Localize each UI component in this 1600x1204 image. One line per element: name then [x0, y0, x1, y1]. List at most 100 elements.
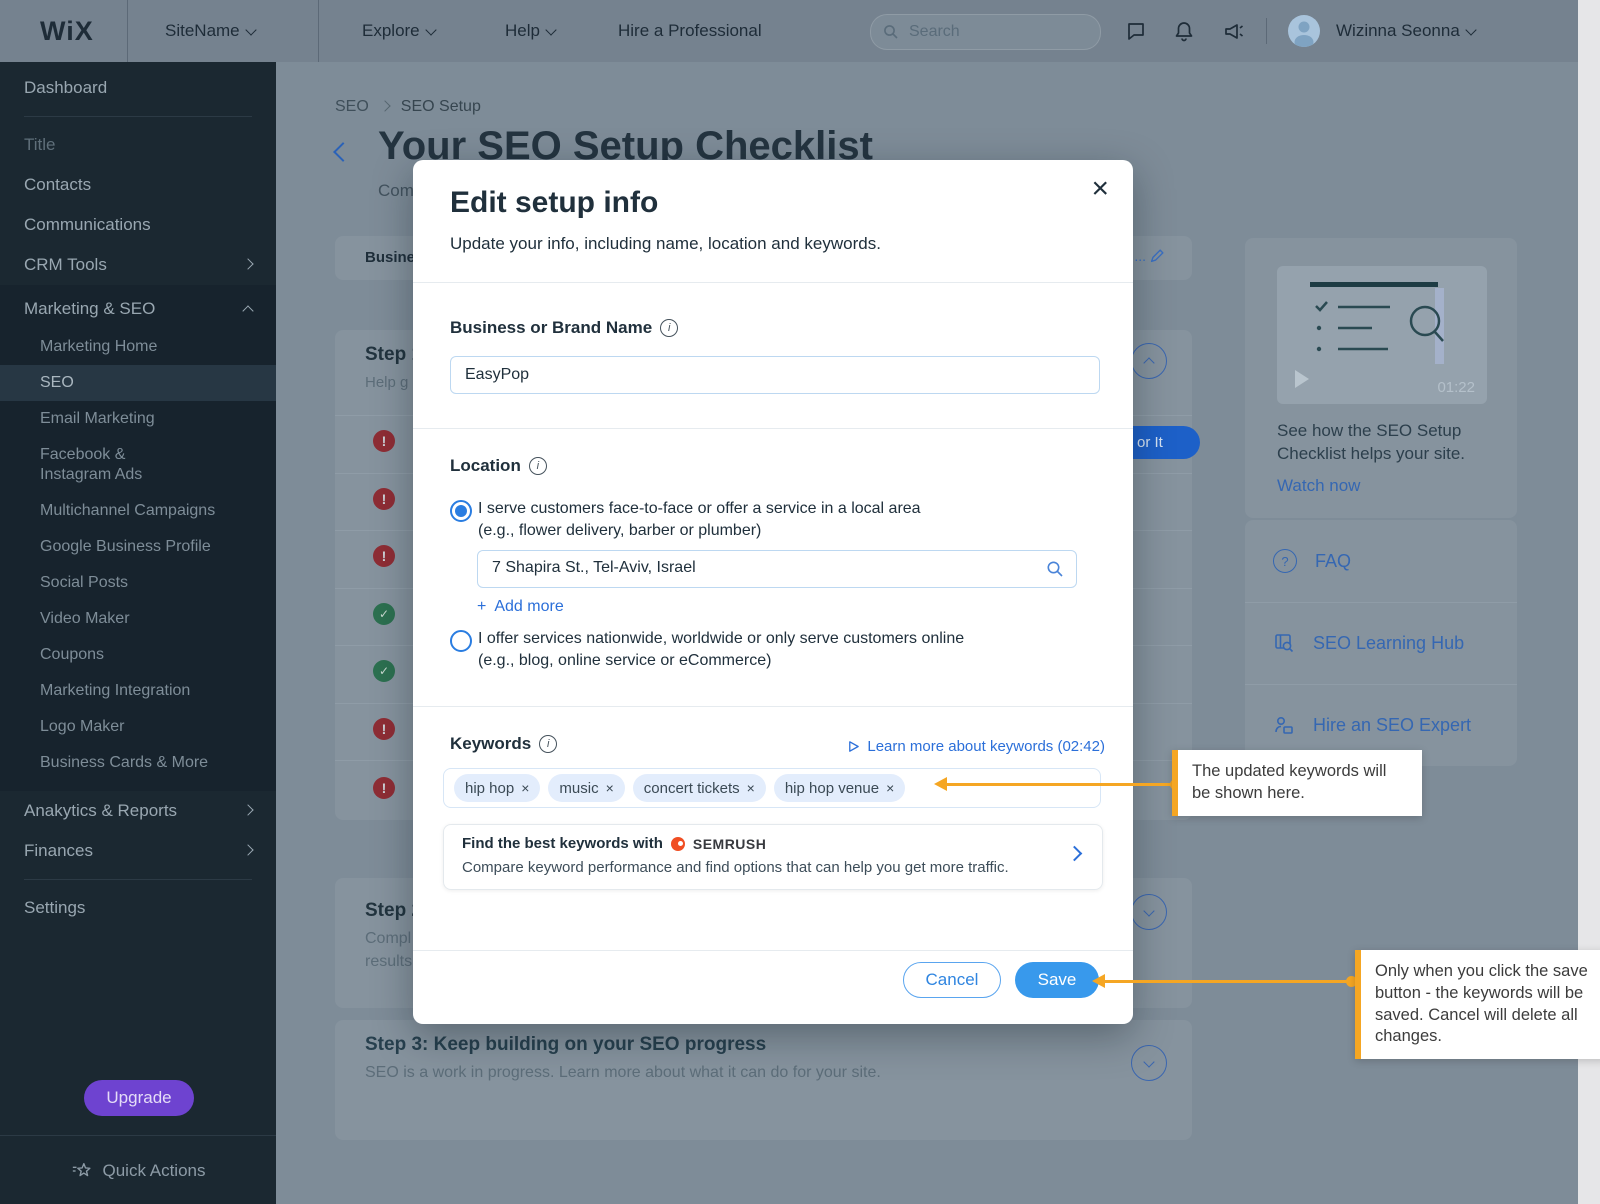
pencil-icon[interactable]: [1148, 247, 1166, 265]
business-name-label-row: Business or Brand Name: [450, 318, 678, 338]
help-menu[interactable]: Help: [505, 0, 555, 62]
chevron-up-icon: [1143, 357, 1154, 368]
sidebar-item-communications[interactable]: Communications: [0, 205, 276, 245]
sidebar-item-label: SEO: [40, 374, 74, 391]
sidebar-item-settings[interactable]: Settings: [0, 888, 276, 928]
step1-collapse-button[interactable]: [1131, 343, 1167, 379]
video-caption: See how the SEO Setup Checklist helps yo…: [1277, 420, 1489, 466]
upgrade-button[interactable]: Upgrade: [84, 1080, 194, 1116]
search-icon: [883, 24, 899, 40]
remove-keyword-icon[interactable]: [886, 780, 894, 796]
online-radio-line2: (e.g., blog, online service or eCommerce…: [478, 652, 771, 670]
hire-a-professional-link[interactable]: Hire a Professional: [618, 0, 762, 62]
sidebar-item-video-maker[interactable]: Video Maker: [0, 601, 276, 637]
keyword-label: hip hop venue: [785, 780, 879, 797]
info-icon[interactable]: [539, 735, 557, 753]
sidebar-item-email-marketing[interactable]: Email Marketing: [0, 401, 276, 437]
sidebar-item-coupons[interactable]: Coupons: [0, 637, 276, 673]
info-icon[interactable]: [529, 457, 547, 475]
chevron-down-icon: [545, 24, 556, 35]
sidebar-item-contacts[interactable]: Contacts: [0, 165, 276, 205]
keyword-chip[interactable]: music: [548, 774, 624, 802]
sidebar-item-title[interactable]: Title: [0, 125, 276, 165]
sidebar-item-social-posts[interactable]: Social Posts: [0, 565, 276, 601]
search-input[interactable]: [907, 22, 1061, 42]
cancel-button[interactable]: Cancel: [903, 962, 1001, 998]
keyword-chip[interactable]: concert tickets: [633, 774, 766, 802]
keyword-chip[interactable]: hip hop venue: [774, 774, 905, 802]
step3-expand-button[interactable]: [1131, 1045, 1167, 1081]
sidebar-item-seo[interactable]: SEO: [0, 365, 276, 401]
sidebar-item-marketing-home[interactable]: Marketing Home: [0, 329, 276, 365]
back-chevron-icon[interactable]: [333, 142, 353, 162]
sidebar-item-marketing-seo[interactable]: Marketing & SEO: [0, 289, 276, 329]
marketing-seo-group: Marketing & SEO Marketing Home SEO Email…: [0, 285, 276, 791]
step3-card: Step 3: Keep building on your SEO progre…: [335, 1020, 1192, 1140]
keyword-chip[interactable]: hip hop: [454, 774, 540, 802]
breadcrumb-seo[interactable]: SEO: [335, 98, 369, 116]
question-circle-icon: [1273, 549, 1297, 573]
online-radio[interactable]: [450, 630, 472, 652]
add-more-link[interactable]: +Add more: [477, 598, 564, 616]
remove-keyword-icon[interactable]: [606, 780, 614, 796]
sidebar-item-crm-tools[interactable]: CRM Tools: [0, 245, 276, 285]
chat-icon[interactable]: [1124, 19, 1148, 43]
sidebar-item-logo-maker[interactable]: Logo Maker: [0, 709, 276, 745]
save-button[interactable]: Save: [1015, 962, 1099, 998]
chevron-down-icon: [1143, 1056, 1154, 1067]
breadcrumb-seo-setup[interactable]: SEO Setup: [401, 98, 481, 116]
search-box[interactable]: [870, 14, 1101, 50]
keywords-field[interactable]: hip hop music concert tickets hip hop ve…: [443, 768, 1101, 808]
business-bar-edit[interactable]: ...: [1134, 247, 1166, 265]
sidebar-item-finances[interactable]: Finances: [0, 831, 276, 871]
modal-subtitle: Update your info, including name, locati…: [450, 234, 881, 254]
address-search-icon[interactable]: [1046, 560, 1064, 578]
remove-keyword-icon[interactable]: [521, 780, 529, 796]
sidebar-item-marketing-integration[interactable]: Marketing Integration: [0, 673, 276, 709]
sidebar-item-analytics-reports[interactable]: Anakytics & Reports: [0, 791, 276, 831]
go-for-it-label-fragment: or It: [1137, 434, 1163, 451]
sidebar-item-business-cards-more[interactable]: Business Cards & More: [0, 745, 276, 781]
help-links-card: FAQ SEO Learning Hub Hire an SEO Expert: [1245, 520, 1517, 766]
play-icon[interactable]: [1295, 370, 1309, 388]
sidebar-item-label: Multichannel Campaigns: [40, 502, 215, 519]
local-area-radio[interactable]: [450, 500, 472, 522]
business-name-input[interactable]: [450, 356, 1100, 394]
sidebar-item-label: Email Marketing: [40, 410, 155, 427]
avatar[interactable]: [1288, 15, 1320, 47]
seo-learning-hub-link[interactable]: SEO Learning Hub: [1245, 602, 1517, 684]
sidebar-item-label: Video Maker: [40, 610, 130, 627]
keyword-label: concert tickets: [644, 780, 740, 797]
sidebar-item-dashboard[interactable]: Dashboard: [0, 62, 276, 108]
quick-actions-button[interactable]: Quick Actions: [0, 1135, 276, 1204]
address-input[interactable]: [478, 551, 1046, 585]
user-menu[interactable]: Wizinna Seonna: [1336, 0, 1475, 62]
faq-link[interactable]: FAQ: [1245, 520, 1517, 602]
chevron-up-icon: [242, 305, 253, 316]
site-name-menu[interactable]: SiteName: [165, 0, 255, 62]
sidebar-item-google-business-profile[interactable]: Google Business Profile: [0, 529, 276, 565]
learning-hub-icon: [1273, 632, 1295, 654]
notifications-bell-icon[interactable]: [1172, 19, 1196, 43]
sidebar-item-multichannel-campaigns[interactable]: Multichannel Campaigns: [0, 493, 276, 529]
sidebar-item-label: Coupons: [40, 646, 104, 663]
wix-logo[interactable]: WiX: [40, 0, 94, 62]
sidebar-item-label: Contacts: [24, 175, 91, 195]
info-icon[interactable]: [660, 319, 678, 337]
semrush-banner[interactable]: Find the best keywords with SEMRUSH Comp…: [443, 824, 1103, 890]
step2-line1-fragment: Compl: [365, 930, 411, 948]
announcements-megaphone-icon[interactable]: [1222, 19, 1246, 43]
chevron-right-icon[interactable]: [1067, 846, 1083, 862]
video-thumbnail[interactable]: 01:22: [1277, 266, 1487, 404]
explore-menu[interactable]: Explore: [362, 0, 435, 62]
close-icon[interactable]: [1091, 172, 1109, 206]
learn-more-keywords-link[interactable]: Learn more about keywords (02:42): [847, 738, 1105, 755]
sidebar-item-label: CRM Tools: [24, 255, 107, 275]
sidebar-item-facebook-instagram-ads[interactable]: Facebook & Instagram Ads: [0, 437, 214, 493]
done-icon: [373, 603, 395, 625]
remove-keyword-icon[interactable]: [747, 780, 755, 796]
avatar-person-icon: [1288, 15, 1320, 47]
watch-now-link[interactable]: Watch now: [1277, 476, 1360, 496]
step2-expand-button[interactable]: [1131, 894, 1167, 930]
sidebar-item-label: Title: [24, 135, 56, 155]
